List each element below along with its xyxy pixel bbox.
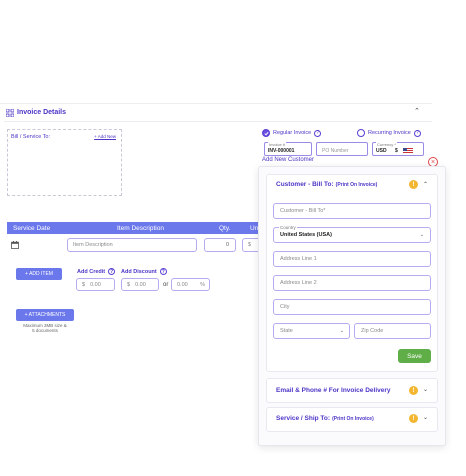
currency-symbol: $ [395, 148, 398, 154]
ship-to-section-title: Service / Ship To: (Print On Invoice) [276, 415, 374, 422]
country-label: Country [279, 225, 297, 230]
add-discount-text: Add Discount [121, 268, 157, 275]
warning-icon: ! [409, 414, 418, 423]
currency-label: Currency * [376, 142, 397, 147]
header-item-description: Item Description [117, 224, 164, 232]
warning-icon: ! [409, 386, 418, 395]
credit-value: 0.00 [90, 281, 101, 288]
attachments-note: Maximum 3MB size & 5 documents [10, 323, 80, 333]
collapse-chevron-icon[interactable]: ⌃ [414, 107, 420, 115]
po-number-placeholder: PO Number [322, 148, 349, 154]
header-service-date: Service Date [13, 224, 51, 232]
bill-to-title-sub: (Print On Invoice) [335, 181, 378, 188]
customer-name-input[interactable]: Customer - Bill To* [273, 203, 431, 219]
modal-title: Add New Customer [262, 157, 315, 163]
currency-select[interactable]: Currency * USD $ [372, 142, 424, 156]
header-qty: Qty. [219, 224, 231, 232]
discount-value: 0.00 [135, 281, 146, 288]
recurring-invoice-label: Recurring Invoice [368, 130, 411, 136]
state-placeholder: State [280, 328, 293, 334]
add-credit-label: Add Credit ? [77, 268, 116, 275]
po-number-field[interactable]: PO Number [316, 142, 368, 156]
chevron-down-icon[interactable]: ⌄ [423, 386, 428, 393]
us-flag-icon [403, 148, 413, 154]
credit-input[interactable]: $ 0.00 [76, 278, 115, 291]
add-credit-text: Add Credit [77, 268, 106, 275]
help-icon[interactable]: ? [314, 129, 322, 137]
chevron-down-icon[interactable]: ⌄ [423, 414, 428, 421]
calendar-icon[interactable] [11, 241, 19, 249]
add-item-button[interactable]: + ADD ITEM [16, 268, 62, 280]
percent-value: 0.00 [177, 281, 188, 288]
bill-to-label: Bill / Service To: [11, 134, 51, 140]
country-value: United States (USA) [280, 232, 332, 238]
item-description-input[interactable]: Item Description [67, 238, 197, 252]
invoice-number-field[interactable]: Invoice # INV-000001 [264, 142, 312, 156]
chevron-down-icon: ⌄ [339, 328, 344, 334]
help-icon[interactable]: ? [159, 268, 167, 275]
help-icon[interactable]: ? [108, 268, 116, 275]
add-new-link[interactable]: + Add New [94, 134, 116, 139]
address-line2-input[interactable]: Address Line 2 [273, 275, 431, 291]
discount-currency: $ [127, 281, 131, 288]
save-button[interactable]: Save [398, 349, 431, 363]
add-discount-label: Add Discount ? [121, 268, 167, 275]
invoice-number-label: Invoice # [268, 142, 287, 147]
attachments-button[interactable]: + ATTACHMENTS [16, 309, 74, 321]
or-label: or [163, 282, 169, 288]
grid-icon [6, 108, 14, 117]
credit-currency: $ [82, 281, 86, 288]
warning-icon: ! [409, 180, 418, 189]
bill-to-box: Bill / Service To: + Add New [7, 129, 122, 196]
chevron-up-icon[interactable]: ⌃ [423, 181, 428, 188]
help-icon[interactable]: ? [413, 129, 421, 137]
zip-code-input[interactable]: Zip Code [354, 323, 431, 339]
ship-to-title-text: Service / Ship To: [276, 415, 331, 422]
attachments-note-line2: 5 documents [32, 328, 58, 333]
invoice-details-title: Invoice Details [17, 109, 67, 116]
bill-to-title-text: Customer - Bill To: [276, 181, 334, 188]
state-select[interactable]: State ⌄ [273, 323, 350, 339]
currency-value: USD [376, 148, 387, 154]
ship-to-title-sub: (Print On Invoice) [332, 415, 374, 422]
regular-invoice-label: Regular Invoice [273, 130, 312, 136]
discount-percent-input[interactable]: 0.00 % [171, 278, 210, 291]
regular-invoice-option[interactable]: Regular Invoice ? [262, 129, 322, 137]
qty-input[interactable]: 0 [204, 238, 236, 252]
radio-unchecked-icon[interactable] [357, 129, 365, 137]
items-table-header: Service Date Item Description Qty. Un [7, 222, 265, 234]
radio-checked-icon[interactable] [262, 129, 270, 137]
chevron-down-icon: ⌄ [419, 232, 424, 238]
email-phone-section-title: Email & Phone # For Invoice Delivery [276, 387, 391, 394]
city-input[interactable]: City [273, 299, 431, 315]
invoice-number-value: INV-000001 [268, 148, 295, 154]
discount-amount-input[interactable]: $ 0.00 [121, 278, 159, 291]
percent-symbol: % [200, 281, 205, 288]
country-select[interactable]: Country United States (USA) ⌄ [273, 225, 431, 243]
address-line1-input[interactable]: Address Line 1 [273, 251, 431, 267]
bill-to-section-title[interactable]: Customer - Bill To: (Print On Invoice) [276, 181, 377, 188]
invoice-details-header[interactable]: Invoice Details [4, 104, 432, 122]
recurring-invoice-option[interactable]: Recurring Invoice ? [357, 129, 421, 137]
